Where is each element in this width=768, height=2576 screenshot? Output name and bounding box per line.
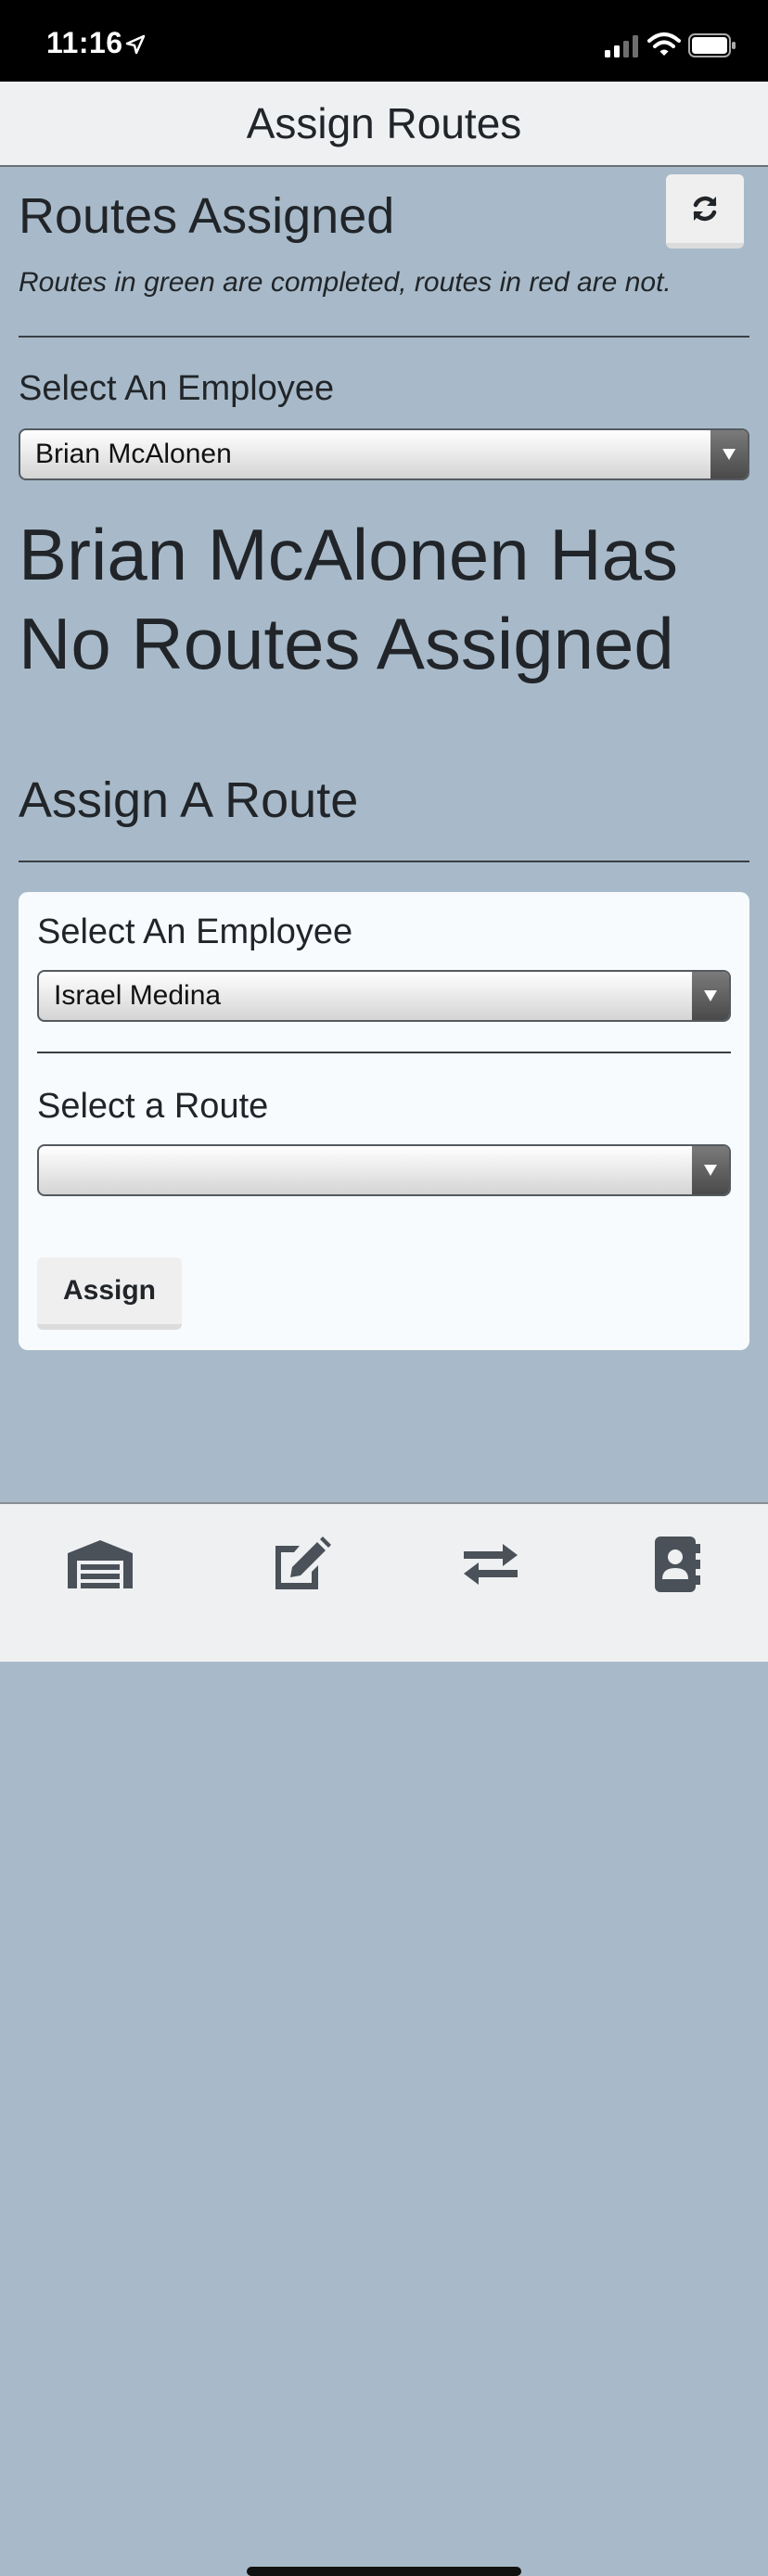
address-book-icon [655, 1537, 700, 1592]
refresh-icon [693, 196, 717, 222]
route-label: Select a Route [37, 1087, 269, 1126]
battery-icon [688, 33, 736, 57]
tab-exchange[interactable] [449, 1532, 532, 1597]
assign-button[interactable]: Assign [37, 1257, 182, 1330]
assign-employee-select[interactable]: Israel Medina [37, 970, 731, 1022]
route-select[interactable] [37, 1144, 731, 1196]
dropdown-arrow-icon [710, 430, 748, 478]
no-routes-message: Brian McAlonen Has No Routes Assigned [19, 514, 678, 684]
divider [19, 336, 749, 338]
tab-warehouse[interactable] [58, 1532, 142, 1597]
divider [19, 861, 749, 862]
tab-bar [0, 1502, 768, 2576]
tab-address-book[interactable] [634, 1532, 718, 1597]
dropdown-arrow-icon [692, 1146, 729, 1194]
routes-assigned-subtitle: Routes in green are completed, routes in… [19, 267, 672, 298]
home-indicator [247, 2567, 521, 2576]
dropdown-arrow-icon [692, 972, 729, 1020]
warehouse-icon [68, 1540, 133, 1588]
tab-edit[interactable] [258, 1532, 341, 1597]
routes-assigned-title: Routes Assigned [19, 188, 395, 244]
divider [37, 1052, 731, 1053]
assign-employee-select-value: Israel Medina [54, 980, 222, 1011]
employee-select-value: Brian McAlonen [35, 439, 232, 469]
exchange-icon [464, 1544, 518, 1585]
cellular-signal-icon [605, 35, 638, 57]
edit-icon [275, 1537, 331, 1589]
status-bar: 11:16 [0, 0, 768, 82]
assign-employee-label: Select An Employee [37, 912, 353, 951]
status-time: 11:16 [46, 26, 123, 59]
location-arrow-icon [125, 34, 146, 55]
wifi-icon [647, 32, 681, 56]
employee-label: Select An Employee [19, 369, 335, 408]
nav-header: Assign Routes [0, 82, 768, 167]
page-title: Assign Routes [246, 99, 522, 147]
assign-route-card: Select An Employee Israel Medina Select … [19, 892, 749, 1350]
employee-select[interactable]: Brian McAlonen [19, 428, 749, 480]
assign-route-title: Assign A Route [19, 772, 359, 828]
refresh-button[interactable] [666, 174, 744, 249]
